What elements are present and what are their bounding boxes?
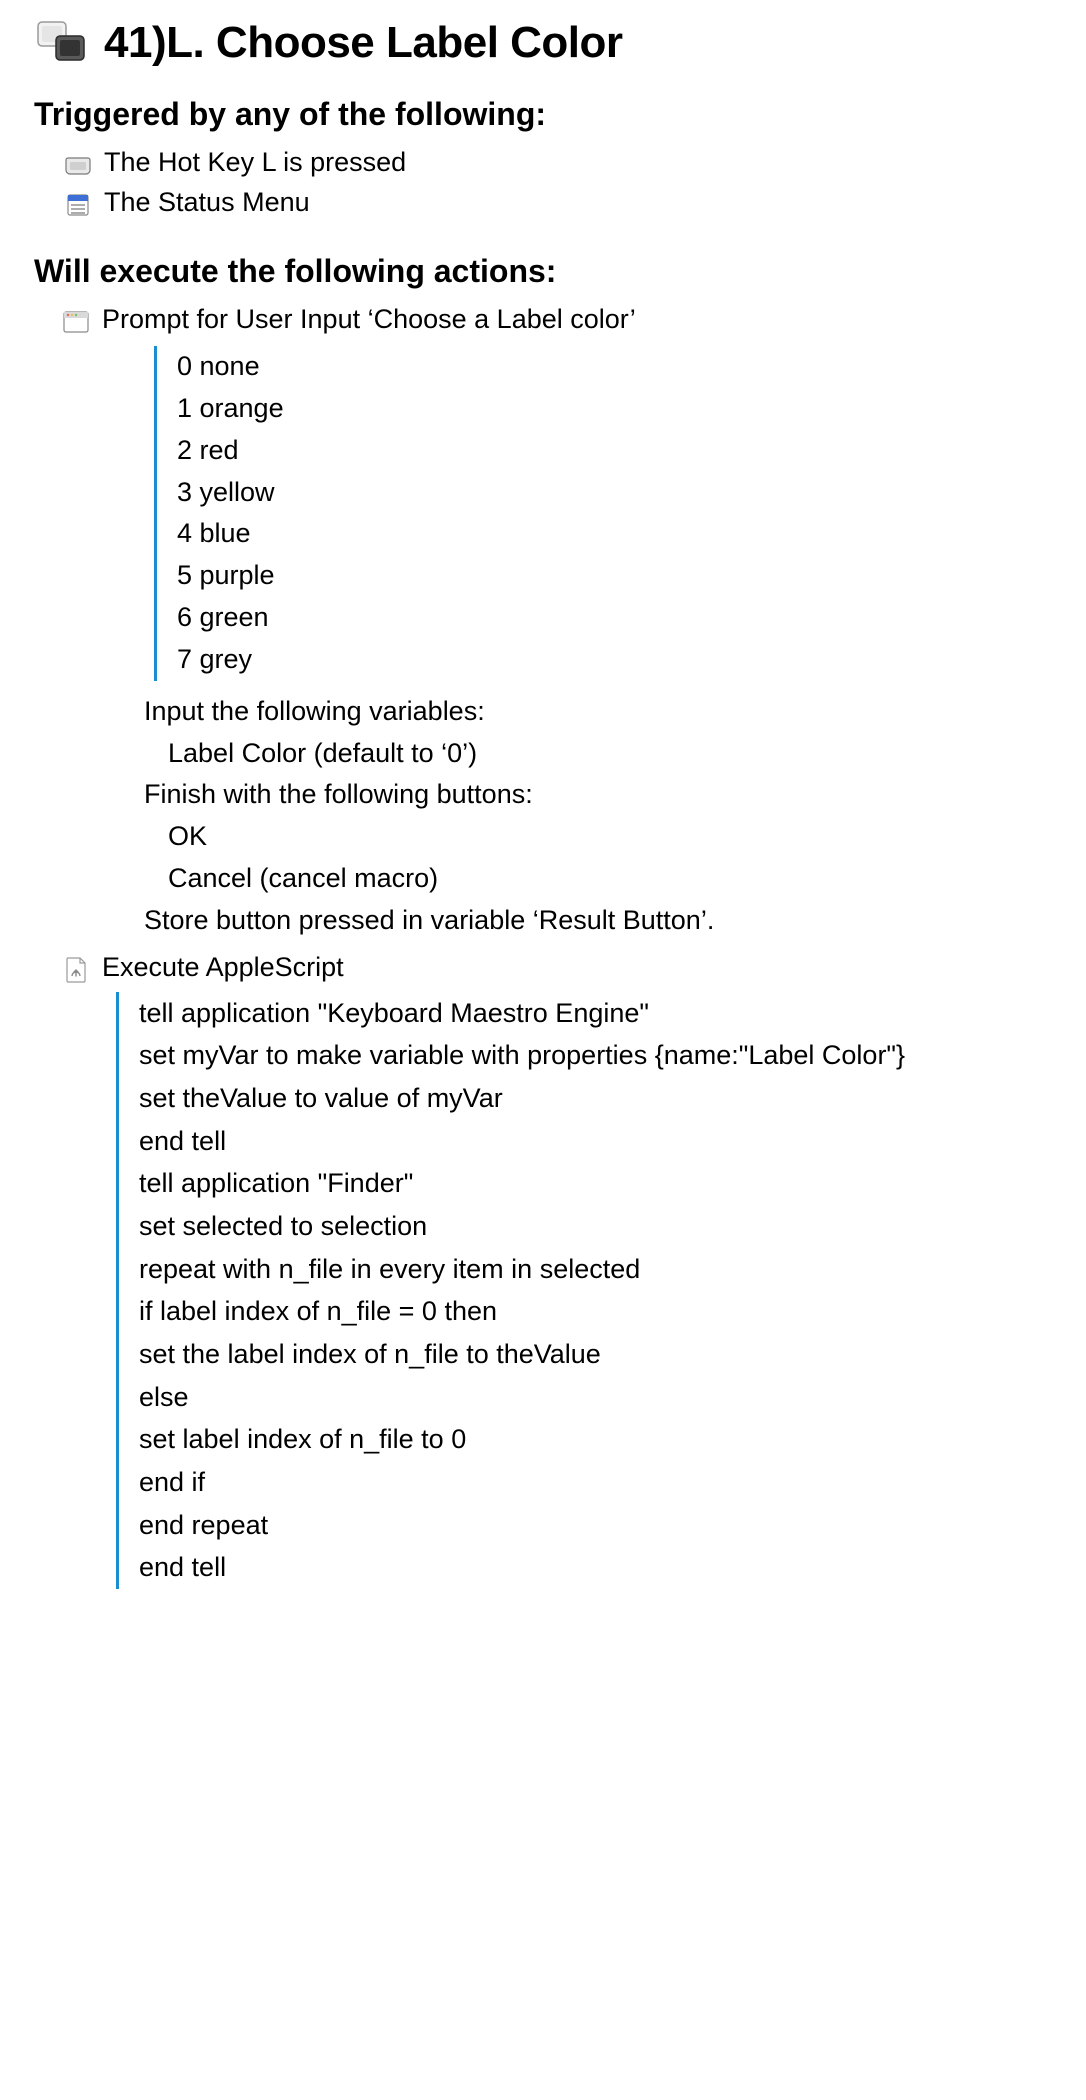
script-line: if label index of n_file = 0 then (139, 1290, 1052, 1333)
script-file-icon (62, 956, 90, 984)
prompt-option: 4 blue (177, 513, 1052, 555)
prompt-option: 5 purple (177, 555, 1052, 597)
applescript-code-block: tell application "Keyboard Maestro Engin… (116, 992, 1052, 1589)
script-line: set selected to selection (139, 1205, 1052, 1248)
prompt-option: 2 red (177, 430, 1052, 472)
script-line: tell application "Finder" (139, 1162, 1052, 1205)
prompt-option: 7 grey (177, 639, 1052, 681)
macro-icon (34, 19, 90, 67)
script-line: set theValue to value of myVar (139, 1077, 1052, 1120)
input-variables-label: Input the following variables: (144, 691, 1052, 733)
prompt-options-block: 0 none 1 orange 2 red 3 yellow 4 blue 5 … (154, 346, 1052, 681)
input-variable: Label Color (default to ‘0’) (144, 733, 1052, 775)
macro-title: 41)L. Choose Label Color (104, 18, 623, 68)
script-line: set the label index of n_file to theValu… (139, 1333, 1052, 1376)
prompt-option: 0 none (177, 346, 1052, 388)
finish-button: Cancel (cancel macro) (144, 858, 1052, 900)
finish-buttons-label: Finish with the following buttons: (144, 774, 1052, 816)
trigger-item: The Status Menu (34, 183, 1052, 223)
script-line: tell application "Keyboard Maestro Engin… (139, 992, 1052, 1035)
trigger-label: The Status Menu (104, 187, 310, 218)
script-line: repeat with n_file in every item in sele… (139, 1248, 1052, 1291)
macro-title-row: 41)L. Choose Label Color (34, 18, 1052, 68)
action-applescript: Execute AppleScript (34, 948, 1052, 988)
script-line: end if (139, 1461, 1052, 1504)
prompt-option: 1 orange (177, 388, 1052, 430)
script-line: end tell (139, 1546, 1052, 1589)
actions-heading: Will execute the following actions: (34, 253, 1052, 290)
action-prompt-title: Prompt for User Input ‘Choose a Label co… (102, 304, 636, 335)
prompt-option: 6 green (177, 597, 1052, 639)
script-line: end tell (139, 1120, 1052, 1163)
trigger-item: The Hot Key L is pressed (34, 143, 1052, 183)
finish-button: OK (144, 816, 1052, 858)
triggers-heading: Triggered by any of the following: (34, 96, 1052, 133)
trigger-label: The Hot Key L is pressed (104, 147, 406, 178)
script-line: else (139, 1376, 1052, 1419)
action-prompt: Prompt for User Input ‘Choose a Label co… (34, 300, 1052, 340)
status-menu-icon (64, 191, 92, 219)
prompt-option: 3 yellow (177, 472, 1052, 514)
script-line: end repeat (139, 1504, 1052, 1547)
script-line: set label index of n_file to 0 (139, 1418, 1052, 1461)
script-line: set myVar to make variable with properti… (139, 1034, 1052, 1077)
keyboard-icon (64, 151, 92, 179)
store-button-label: Store button pressed in variable ‘Result… (144, 900, 1052, 942)
window-icon (62, 308, 90, 336)
action-applescript-title: Execute AppleScript (102, 952, 344, 983)
